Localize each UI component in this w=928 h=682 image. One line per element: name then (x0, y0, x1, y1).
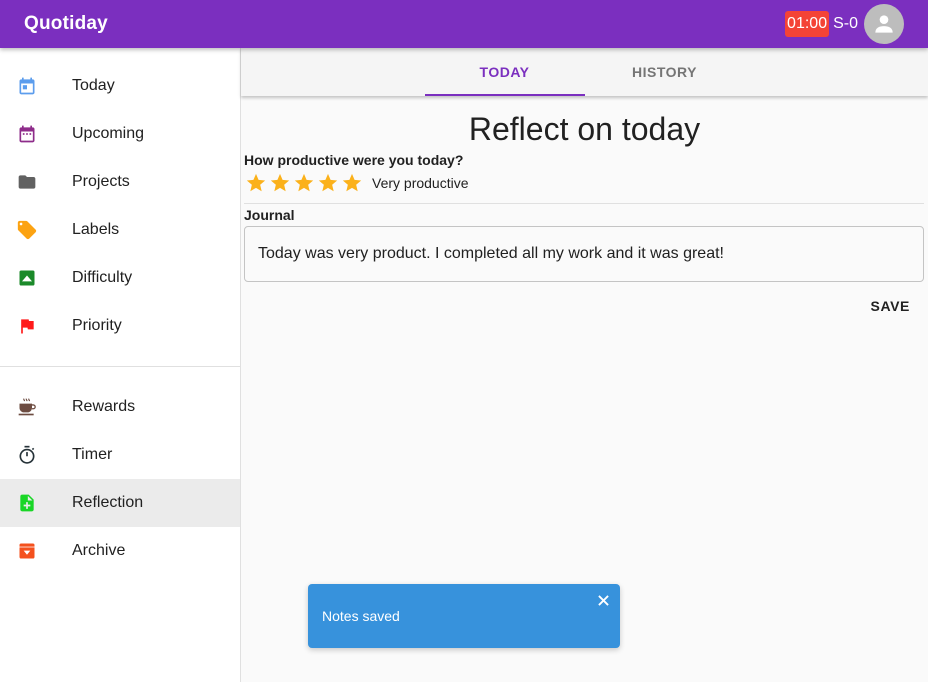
sidebar-item-reflection[interactable]: Reflection (0, 479, 240, 527)
flag-icon (16, 315, 38, 337)
notification-toast: Notes saved (308, 584, 620, 648)
star-icon (270, 173, 290, 192)
sidebar-item-projects[interactable]: Projects (0, 158, 240, 206)
sidebar-item-label: Difficulty (72, 269, 133, 286)
sidebar-item-difficulty[interactable]: Difficulty (0, 254, 240, 302)
difficulty-up-icon (16, 267, 38, 289)
sidebar-item-label: Archive (72, 542, 126, 559)
sidebar-item-label: Timer (72, 446, 113, 463)
journal-input[interactable]: Today was very product. I completed all … (244, 226, 924, 282)
folder-icon (16, 171, 38, 193)
tab-bar: TODAY HISTORY (241, 48, 928, 96)
save-button[interactable]: SAVE (871, 298, 911, 314)
sidebar-item-today[interactable]: Today (0, 62, 240, 110)
journal-label: Journal (244, 207, 295, 223)
stopwatch-icon (16, 444, 38, 466)
tab-history[interactable]: HISTORY (585, 48, 745, 96)
sidebar-item-label: Labels (72, 221, 120, 238)
close-icon[interactable] (596, 593, 610, 607)
coffee-cup-icon (16, 396, 38, 418)
sidebar-item-priority[interactable]: Priority (0, 302, 240, 350)
sidebar-task-group: Today Upcoming Projects Labels Difficult… (0, 48, 240, 350)
sidebar-item-label: Reflection (72, 494, 144, 511)
star-2[interactable] (268, 171, 292, 195)
calendar-month-icon (16, 123, 38, 145)
streak-counter: S-0 (833, 15, 858, 32)
star-icon (246, 173, 266, 192)
star-icon (318, 173, 338, 192)
sidebar-item-label: Priority (72, 317, 122, 334)
star-3[interactable] (292, 171, 316, 195)
star-icon (294, 173, 314, 192)
sidebar-item-labels[interactable]: Labels (0, 206, 240, 254)
section-divider (244, 203, 924, 204)
sidebar-tools-group: Rewards Timer Reflection Archive (0, 367, 240, 575)
sidebar-item-label: Upcoming (72, 125, 145, 142)
productivity-rating: Very productive (244, 171, 469, 195)
calendar-today-icon (16, 75, 38, 97)
star-5[interactable] (340, 171, 364, 195)
sidebar-item-label: Rewards (72, 398, 136, 415)
tab-today[interactable]: TODAY (424, 48, 585, 96)
sidebar-item-rewards[interactable]: Rewards (0, 383, 240, 431)
star-icon (342, 173, 362, 192)
sidebar-item-timer[interactable]: Timer (0, 431, 240, 479)
toast-message: Notes saved (322, 608, 400, 624)
star-1[interactable] (244, 171, 268, 195)
sidebar-item-archive[interactable]: Archive (0, 527, 240, 575)
sidebar: Today Upcoming Projects Labels Difficult… (0, 48, 241, 682)
productivity-question: How productive were you today? (244, 152, 464, 168)
sidebar-item-label: Today (72, 77, 115, 94)
app-bar: Quotiday 01:00 S-0 (0, 0, 928, 48)
timer-badge[interactable]: 01:00 (785, 11, 830, 37)
archive-icon (16, 540, 38, 562)
sidebar-item-upcoming[interactable]: Upcoming (0, 110, 240, 158)
rating-label: Very productive (372, 175, 469, 191)
sidebar-item-label: Projects (72, 173, 130, 190)
label-tag-icon (16, 219, 38, 241)
app-title: Quotiday (24, 13, 108, 34)
page-title: Reflect on today (468, 111, 701, 147)
app-bar-actions: 01:00 S-0 (785, 4, 904, 44)
account-icon (875, 15, 893, 33)
avatar[interactable] (864, 4, 904, 44)
note-add-icon (16, 492, 38, 514)
star-4[interactable] (316, 171, 340, 195)
